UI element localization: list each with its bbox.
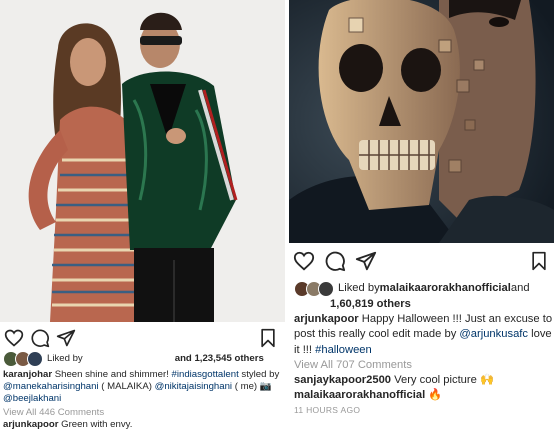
- post-caption-area: Liked by malaikaarorakhanofficial and 1,…: [294, 281, 553, 419]
- mention-link[interactable]: @beejlakhani: [3, 393, 61, 404]
- mention-link[interactable]: @arjunkusafc: [459, 328, 528, 340]
- bookmark-icon[interactable]: [258, 328, 280, 350]
- post-photo[interactable]: [289, 0, 554, 243]
- bookmark-icon[interactable]: [529, 250, 551, 272]
- post-caption-area: Liked by and 1,23,545 others karanjohar …: [3, 351, 281, 431]
- comment-username[interactable]: malaikaarorakhanofficial: [294, 389, 425, 401]
- comment-text: Very cool picture 🙌: [391, 374, 494, 387]
- caption-text: Happy Halloween !!! Just an excuse to: [358, 313, 553, 326]
- likes-row: Liked by and 1,23,545 others: [3, 351, 281, 367]
- caption-username[interactable]: arjunkapoor: [294, 313, 359, 325]
- caption-text: styled by: [238, 369, 280, 380]
- caption-line-3: @beejlakhani: [3, 393, 281, 405]
- share-icon[interactable]: [56, 328, 78, 350]
- heart-icon[interactable]: [4, 328, 26, 350]
- comment-username[interactable]: sanjaykapoor2500: [294, 374, 391, 386]
- share-icon[interactable]: [355, 250, 377, 272]
- heart-icon[interactable]: [293, 250, 315, 272]
- liked-by-label: Liked by: [338, 282, 380, 295]
- liked-and: and: [510, 282, 530, 295]
- caption-text: it !!!: [294, 343, 316, 356]
- caption-line-1: karanjohar Sheen shine and shimmer! #ind…: [3, 369, 281, 381]
- caption-text: ( me): [232, 381, 260, 393]
- post-photo[interactable]: [0, 0, 285, 322]
- likes-row: Liked by malaikaarorakhanofficial and: [294, 281, 550, 297]
- mention-link[interactable]: @manekaharisinghani: [3, 381, 99, 392]
- comment-row: arjunkapoor Green with envy.: [3, 419, 281, 431]
- caption-line-3: it !!! #halloween: [294, 343, 550, 358]
- post-action-bar: [289, 250, 554, 272]
- liker-avatars[interactable]: [294, 281, 334, 297]
- avatar: [27, 351, 43, 367]
- caption-line-1: arjunkapoor Happy Halloween !!! Just an …: [294, 312, 553, 327]
- likes-count[interactable]: 1,60,819 others: [330, 298, 411, 310]
- instagram-post-karanjohar: Liked by and 1,23,545 others karanjohar …: [0, 0, 285, 435]
- view-comments-link[interactable]: View All 446 Comments: [3, 407, 281, 419]
- caption-line-2: @manekaharisinghani ( MALAIKA) @nikitaja…: [3, 381, 281, 393]
- comment-row: sanjaykapoor2500 Very cool picture 🙌: [294, 373, 550, 388]
- instagram-post-arjunkapoor: Liked by malaikaarorakhanofficial and 1,…: [289, 0, 554, 435]
- caption-text: love: [528, 328, 552, 341]
- caption-text: post this really cool edit made by: [294, 328, 460, 341]
- likes-count-row: 1,60,819 others: [294, 297, 550, 312]
- post-timestamp: 11 HOURS AGO: [294, 405, 361, 416]
- caption-text: ( MALAIKA): [98, 381, 155, 393]
- liker-avatars[interactable]: [3, 351, 43, 367]
- mention-link[interactable]: @nikitajaisinghani: [155, 381, 232, 392]
- likes-count[interactable]: and 1,23,545 others: [175, 353, 264, 365]
- caption-username[interactable]: karanjohar: [3, 369, 52, 380]
- avatar: [318, 281, 334, 297]
- view-comments-link[interactable]: View All 707 Comments: [294, 358, 550, 373]
- liked-by-label: Liked by: [47, 352, 83, 364]
- comment-icon[interactable]: [30, 328, 52, 350]
- comment-text: Green with envy.: [58, 418, 133, 430]
- camera-emoji: 📷: [259, 381, 272, 393]
- post-photo-illustration: [0, 0, 285, 322]
- comment-row: malaikaarorakhanofficial 🔥: [294, 388, 550, 403]
- hashtag-link[interactable]: #indiasgottalent: [172, 369, 239, 380]
- caption-text: Sheen shine and shimmer!: [52, 369, 172, 380]
- post-action-bar: [0, 328, 285, 350]
- comment-username[interactable]: arjunkapoor: [3, 419, 58, 430]
- caption-line-2: post this really cool edit made by @arju…: [294, 327, 552, 342]
- hashtag-link[interactable]: #halloween: [315, 344, 372, 356]
- liked-by-username[interactable]: malaikaarorakhanofficial: [380, 281, 511, 296]
- post-photo-illustration: [289, 0, 554, 243]
- comment-icon[interactable]: [324, 250, 346, 272]
- comment-text: 🔥: [425, 389, 443, 402]
